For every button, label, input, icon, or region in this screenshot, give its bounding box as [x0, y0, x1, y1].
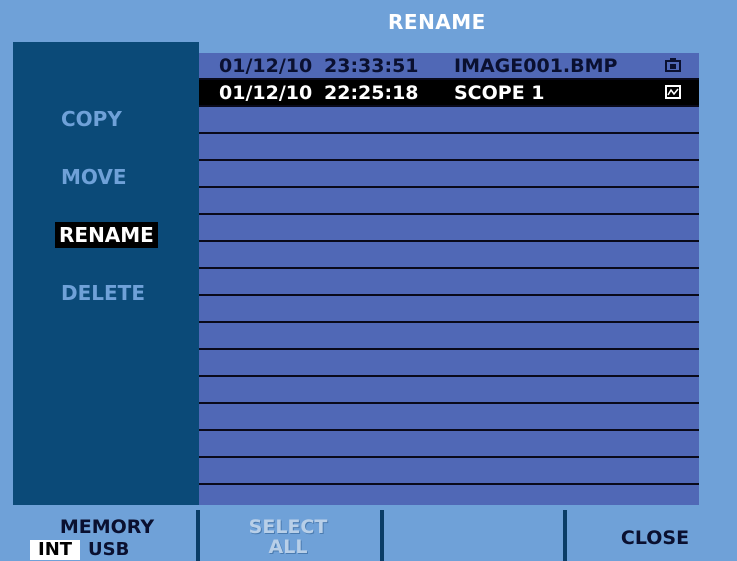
file-row-empty [199, 350, 699, 377]
rename-action[interactable]: RENAME [55, 222, 158, 248]
page-title: RENAME [388, 10, 486, 34]
file-row-empty [199, 269, 699, 296]
file-name: IMAGE001.BMP [454, 55, 618, 77]
file-row-empty [199, 485, 699, 505]
file-row-empty [199, 242, 699, 269]
file-time: 22:25:18 [324, 82, 419, 104]
softkey-divider [380, 510, 384, 561]
file-row-empty [199, 188, 699, 215]
copy-action[interactable]: COPY [57, 106, 126, 132]
move-action[interactable]: MOVE [57, 164, 131, 190]
file-list: 01/12/10 23:33:51 IMAGE001.BMP 01/12/10 … [199, 53, 699, 505]
camera-icon [665, 58, 681, 72]
file-row-empty [199, 377, 699, 404]
file-row-empty [199, 431, 699, 458]
file-row-empty [199, 296, 699, 323]
memory-int-option[interactable]: INT [30, 540, 81, 560]
file-date: 01/12/10 [219, 55, 313, 77]
file-row-empty [199, 404, 699, 431]
softkey-divider [196, 510, 200, 561]
file-row[interactable]: 01/12/10 22:25:18 SCOPE 1 [199, 80, 699, 107]
file-row-empty [199, 323, 699, 350]
select-all-softkey[interactable]: SELECT ALL [218, 517, 358, 557]
softkey-divider [563, 510, 567, 561]
file-row-empty [199, 134, 699, 161]
scope-screen: RENAME COPY MOVE RENAME DELETE 01/12/10 … [0, 0, 737, 561]
file-date: 01/12/10 [219, 82, 313, 104]
file-name: SCOPE 1 [454, 82, 545, 104]
file-row[interactable]: 01/12/10 23:33:51 IMAGE001.BMP [199, 53, 699, 80]
memory-usb-option[interactable]: USB [80, 540, 137, 560]
file-row-empty [199, 161, 699, 188]
file-row-empty [199, 458, 699, 485]
file-row-empty [199, 215, 699, 242]
file-time: 23:33:51 [324, 55, 419, 77]
waveform-icon [665, 85, 681, 99]
close-softkey[interactable]: CLOSE [590, 528, 720, 548]
file-row-empty [199, 107, 699, 134]
delete-action[interactable]: DELETE [57, 280, 149, 306]
title-bar: RENAME [0, 0, 737, 42]
memory-softkey-label[interactable]: MEMORY [52, 517, 162, 537]
memory-toggle[interactable]: INT USB [30, 540, 137, 560]
